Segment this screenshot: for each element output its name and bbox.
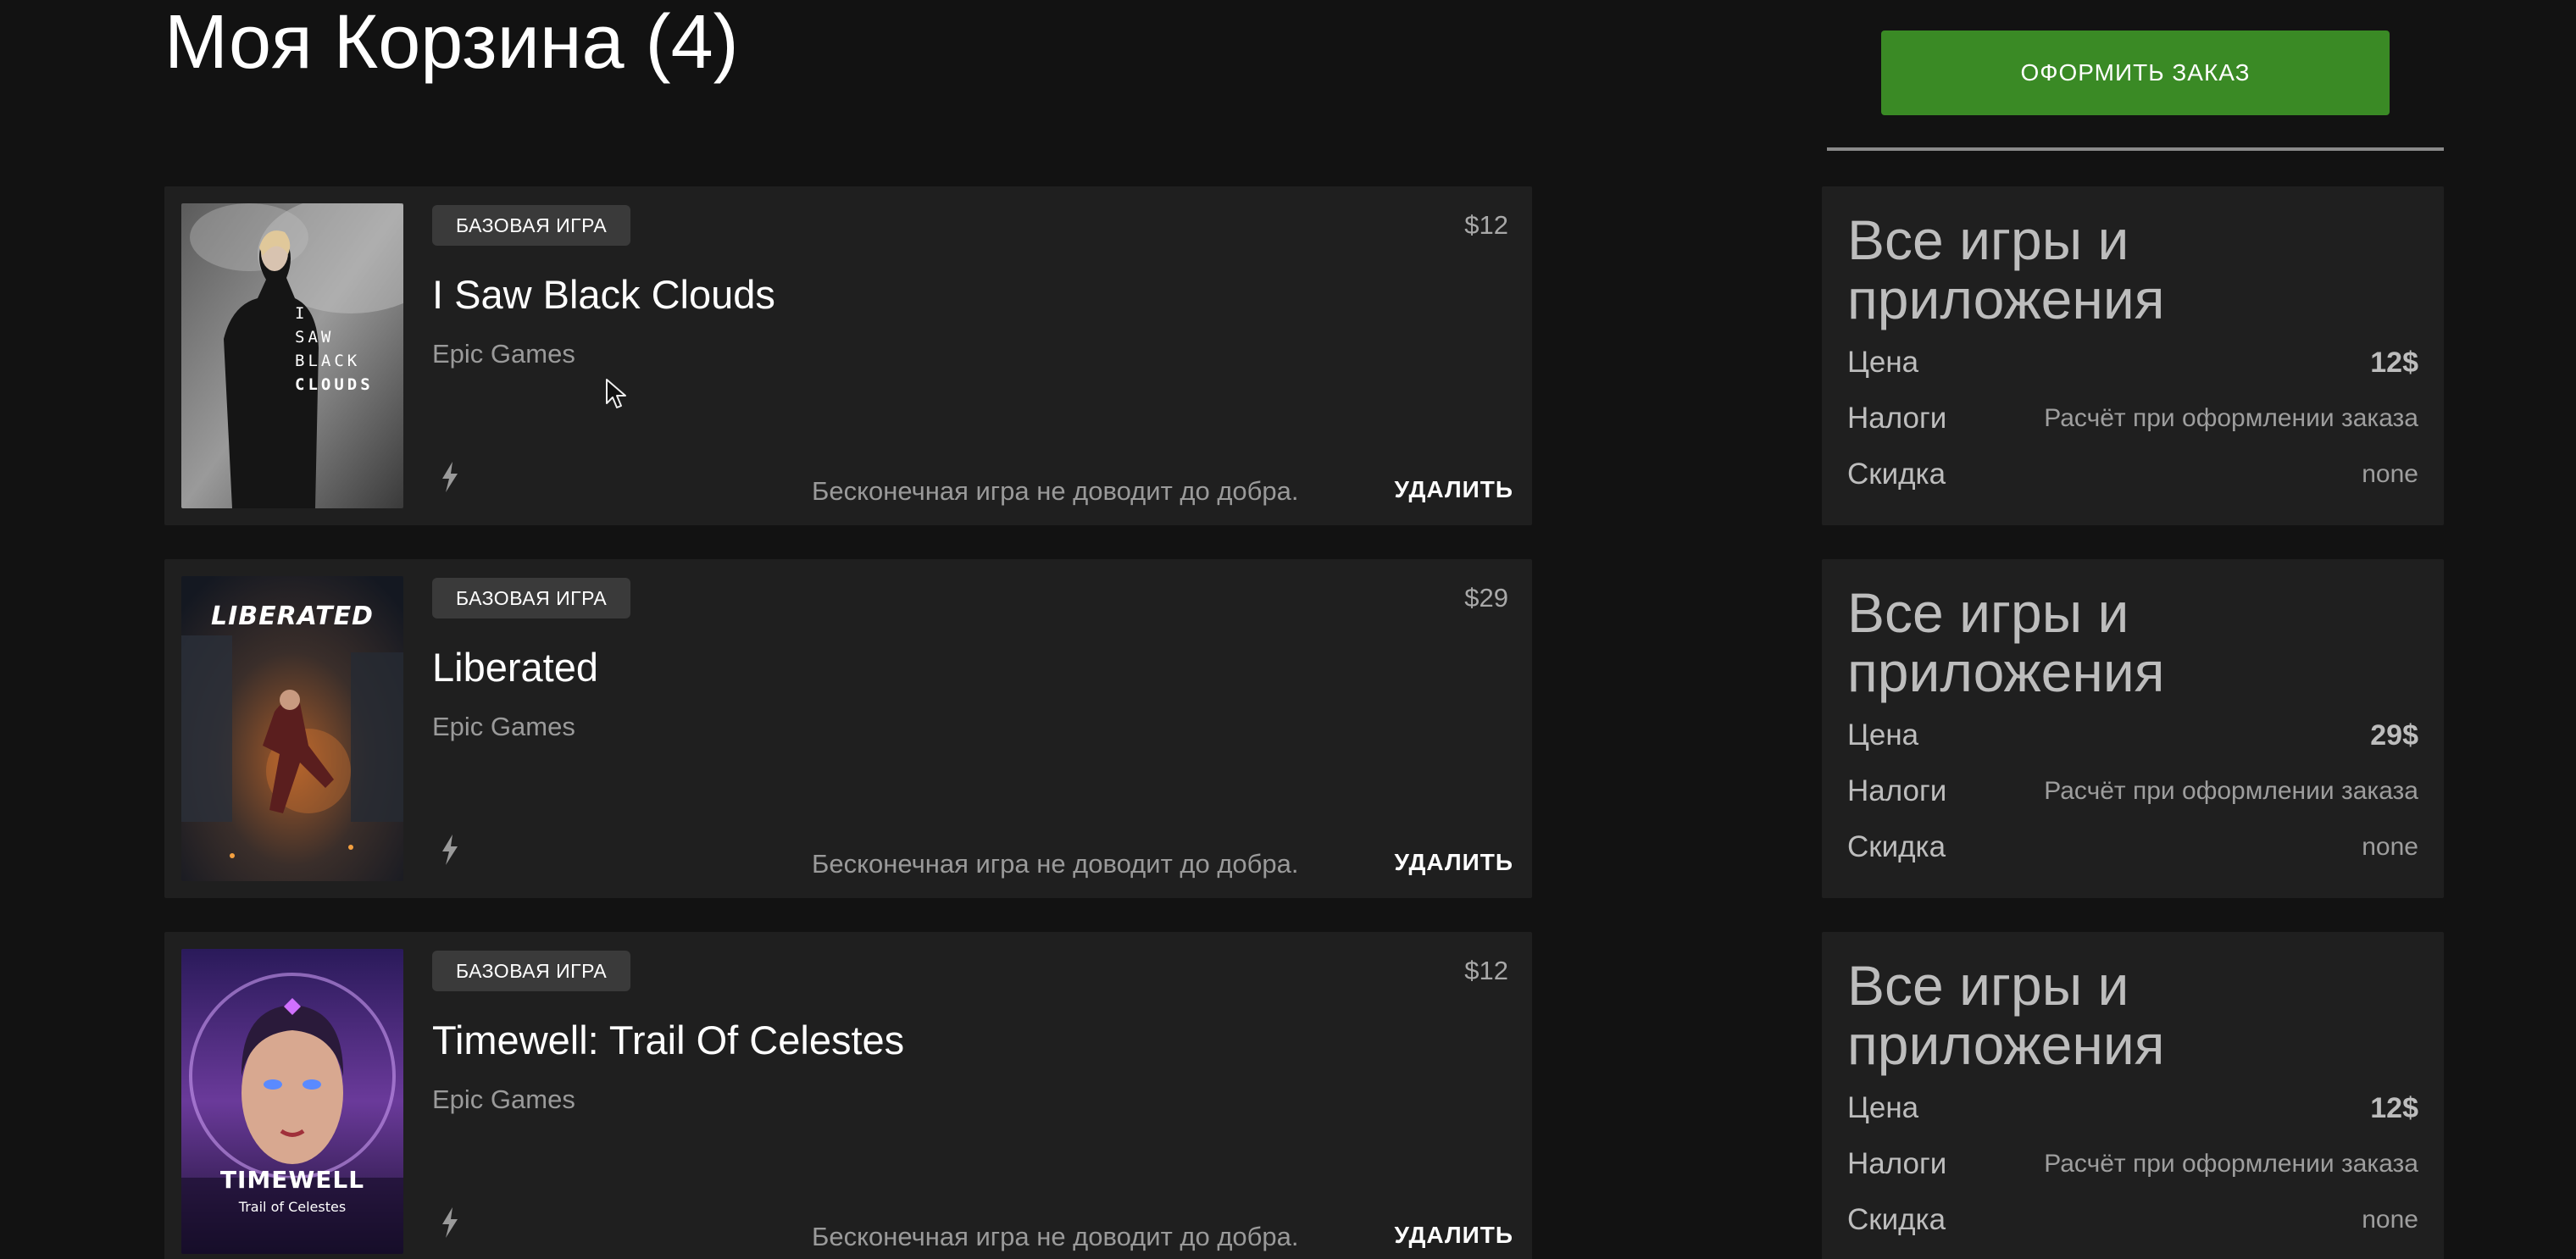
price-value: 29$ (2370, 718, 2418, 752)
cover-text: Trail of Celestes (238, 1199, 347, 1215)
cart-item: I SAW BLACK CLOUDS БАЗОВАЯ ИГРА $12 I Sa… (164, 186, 1532, 525)
price-label: Цена (1847, 346, 1919, 379)
item-price: $29 (1464, 583, 1508, 613)
cover-text: BLACK (295, 352, 361, 370)
remove-button[interactable]: УДАЛИТЬ (1394, 476, 1513, 503)
tax-label: Налоги (1847, 1147, 1947, 1180)
game-title[interactable]: Timewell: Trail Of Celestes (432, 1015, 904, 1066)
base-game-badge: БАЗОВАЯ ИГРА (432, 205, 631, 246)
cover-text: TIMEWELL (219, 1166, 365, 1194)
summary-price-row: Цена 29$ (1847, 718, 2418, 752)
summary-title: Все игры и приложения (1847, 208, 2165, 330)
warning-text: Бесконечная игра не доводит до добра. (812, 1222, 1299, 1251)
summary-price-row: Цена 12$ (1847, 346, 2418, 380)
cart-page: Моя Корзина (4) ОФОРМИТЬ ЗАКАЗ I SAW BLA… (0, 0, 2576, 1259)
order-summary: Все игры и приложения Цена 29$ Налоги Ра… (1822, 559, 2444, 898)
price-label: Цена (1847, 718, 1919, 752)
price-value: 12$ (2370, 346, 2418, 379)
lightning-bolt-icon (441, 462, 459, 492)
order-summary: Все игры и приложения Цена 12$ Налоги Ра… (1822, 932, 2444, 1259)
game-cover-image[interactable]: LIBERATED (181, 576, 403, 881)
game-title[interactable]: Liberated (432, 642, 598, 693)
cover-text: LIBERATED (211, 602, 374, 631)
tax-value: Расчёт при оформлении заказа (2044, 777, 2418, 805)
summary-divider (1827, 147, 2444, 151)
discount-value: none (2362, 460, 2418, 488)
cart-item: LIBERATED БАЗОВАЯ ИГРА $29 Liberated Epi… (164, 559, 1532, 898)
summary-tax-row: Налоги Расчёт при оформлении заказа (1847, 774, 2418, 808)
publisher-name: Epic Games (432, 339, 575, 369)
summary-discount-row: Скидка none (1847, 1203, 2418, 1237)
summary-list: Все игры и приложения Цена 12$ Налоги Ра… (1822, 186, 2444, 1259)
summary-discount-row: Скидка none (1847, 458, 2418, 491)
price-label: Цена (1847, 1091, 1919, 1124)
lightning-bolt-icon (441, 835, 459, 865)
summary-price-row: Цена 12$ (1847, 1091, 2418, 1125)
summary-title: Все игры и приложения (1847, 954, 2165, 1076)
publisher-name: Epic Games (432, 1084, 575, 1114)
summary-title: Все игры и приложения (1847, 581, 2165, 703)
order-summary: Все игры и приложения Цена 12$ Налоги Ра… (1822, 186, 2444, 525)
publisher-name: Epic Games (432, 712, 575, 741)
checkout-button[interactable]: ОФОРМИТЬ ЗАКАЗ (1881, 31, 2390, 115)
summary-discount-row: Скидка none (1847, 830, 2418, 864)
summary-tax-row: Налоги Расчёт при оформлении заказа (1847, 1147, 2418, 1181)
base-game-badge: БАЗОВАЯ ИГРА (432, 951, 631, 991)
game-title[interactable]: I Saw Black Clouds (432, 269, 775, 320)
cover-text: CLOUDS (295, 375, 374, 394)
page-title: Моя Корзина (4) (164, 0, 739, 85)
discount-label: Скидка (1847, 830, 1946, 863)
cover-text: SAW (295, 328, 335, 347)
lightning-bolt-icon (441, 1207, 459, 1238)
mouse-pointer-icon (605, 378, 627, 410)
item-price: $12 (1464, 956, 1508, 985)
discount-value: none (2362, 833, 2418, 861)
discount-label: Скидка (1847, 458, 1946, 491)
cover-text: I (295, 304, 308, 323)
item-price: $12 (1464, 210, 1508, 240)
base-game-badge: БАЗОВАЯ ИГРА (432, 578, 631, 618)
tax-label: Налоги (1847, 774, 1947, 807)
discount-value: none (2362, 1206, 2418, 1234)
game-cover-image[interactable]: I SAW BLACK CLOUDS (181, 203, 403, 508)
remove-button[interactable]: УДАЛИТЬ (1394, 849, 1513, 876)
tax-label: Налоги (1847, 402, 1947, 435)
discount-label: Скидка (1847, 1203, 1946, 1236)
tax-value: Расчёт при оформлении заказа (2044, 1150, 2418, 1178)
cart-item-list: I SAW BLACK CLOUDS БАЗОВАЯ ИГРА $12 I Sa… (164, 186, 1532, 1259)
warning-text: Бесконечная игра не доводит до добра. (812, 849, 1299, 879)
warning-text: Бесконечная игра не доводит до добра. (812, 476, 1299, 506)
price-value: 12$ (2370, 1091, 2418, 1124)
cart-item: TIMEWELL Trail of Celestes БАЗОВАЯ ИГРА … (164, 932, 1532, 1259)
tax-value: Расчёт при оформлении заказа (2044, 404, 2418, 432)
game-cover-image[interactable]: TIMEWELL Trail of Celestes (181, 949, 403, 1254)
remove-button[interactable]: УДАЛИТЬ (1394, 1222, 1513, 1249)
summary-tax-row: Налоги Расчёт при оформлении заказа (1847, 402, 2418, 435)
